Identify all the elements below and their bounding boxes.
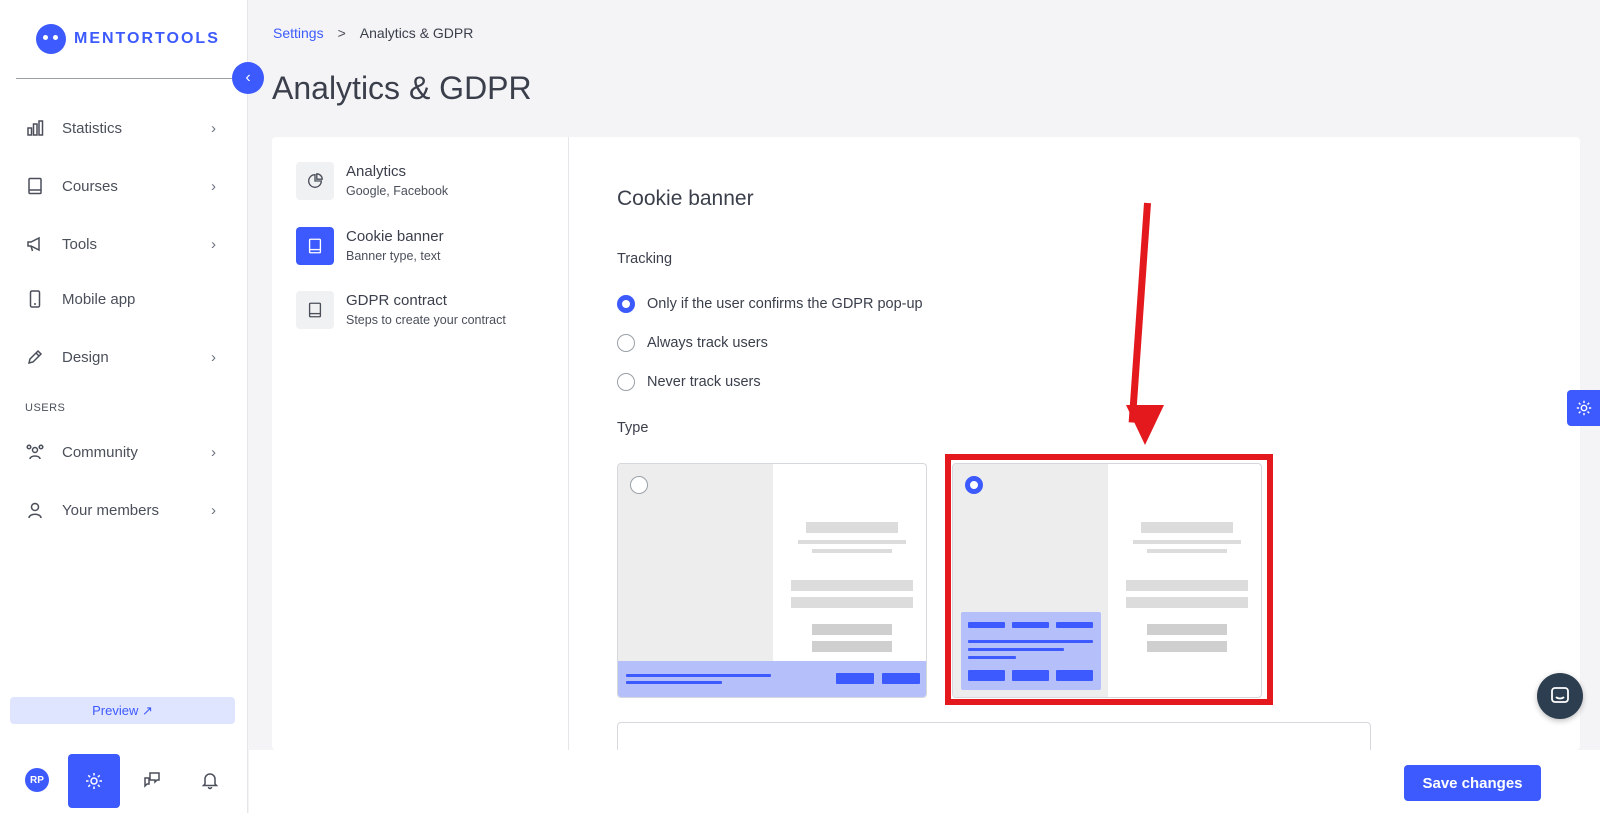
chat-icon <box>1551 687 1569 703</box>
preview-button[interactable]: Preview ↗ <box>10 697 235 724</box>
preview-button <box>836 673 874 684</box>
breadcrumb-current: Analytics & GDPR <box>359 25 474 41</box>
subnav-item-cookie-banner[interactable]: Cookie banner Banner type, text <box>296 227 444 265</box>
chat-bubbles-icon[interactable] <box>138 766 166 794</box>
sidebar-item-label: Mobile app <box>62 290 136 308</box>
gear-icon <box>86 773 102 789</box>
chevron-right-icon: › <box>211 348 216 366</box>
chevron-right-icon: › <box>211 177 216 195</box>
footer-bar <box>249 750 1600 813</box>
chevron-left-icon: ‹ <box>245 69 251 86</box>
bell-icon[interactable] <box>196 766 224 794</box>
community-icon <box>24 441 46 463</box>
page-title: Analytics & GDPR <box>272 70 532 106</box>
sidebar-item-label: Tools <box>62 235 98 253</box>
avatar[interactable]: RP <box>25 768 49 792</box>
preview-placeholder <box>791 597 913 608</box>
brand-logo[interactable]: MENTORTOOLS <box>36 24 220 54</box>
preview-text-line <box>626 674 771 677</box>
banner-type-bottom-bar[interactable] <box>617 463 927 698</box>
sidebar-item-courses[interactable]: Courses › <box>24 168 224 204</box>
annotation-highlight-box <box>945 454 1273 705</box>
preview-text-line <box>626 681 722 684</box>
radio-button[interactable] <box>617 334 635 352</box>
subnav-item-analytics[interactable]: Analytics Google, Facebook <box>296 162 448 200</box>
breadcrumb-separator: > <box>337 25 346 41</box>
chevron-right-icon: › <box>211 235 216 253</box>
subnav-item-gdpr-contract[interactable]: GDPR contract Steps to create your contr… <box>296 291 506 329</box>
breadcrumb: Settings > Analytics & GDPR <box>273 25 473 41</box>
chevron-right-icon: › <box>211 119 216 137</box>
user-icon <box>24 499 46 521</box>
preview-placeholder <box>812 549 892 553</box>
sidebar-divider <box>16 78 232 79</box>
mobile-icon <box>24 288 46 310</box>
annotation-arrow-head <box>1126 405 1164 445</box>
pie-chart-icon <box>296 162 334 200</box>
type-label: Type <box>617 420 649 436</box>
preview-button <box>882 673 920 684</box>
preview-placeholder <box>791 580 913 591</box>
subnav-title: GDPR contract <box>346 292 447 309</box>
preview-placeholder <box>806 522 898 533</box>
chat-widget-button[interactable] <box>1537 673 1583 719</box>
chevron-right-icon: › <box>211 443 216 461</box>
sidebar: MENTORTOOLS Statistics › Courses › Tools… <box>0 0 248 813</box>
tracking-option-never[interactable]: Never track users <box>617 373 761 391</box>
sidebar-item-label: Courses <box>62 177 118 195</box>
banner-preview-bottom <box>618 661 926 697</box>
breadcrumb-settings-link[interactable]: Settings <box>273 25 324 41</box>
collapse-sidebar-button[interactable]: ‹ <box>232 62 264 94</box>
subnav-title: Analytics <box>346 163 407 180</box>
card-divider <box>568 137 569 750</box>
chevron-right-icon: › <box>211 501 216 519</box>
sidebar-item-community[interactable]: Community › <box>24 434 224 470</box>
book-icon <box>24 175 46 197</box>
radio-button[interactable] <box>630 476 648 494</box>
radio-label: Always track users <box>647 335 768 351</box>
sidebar-item-label: Your members <box>62 501 159 519</box>
sidebar-item-statistics[interactable]: Statistics › <box>24 110 224 146</box>
preview-placeholder <box>798 540 906 544</box>
subnav-desc: Steps to create your contract <box>346 313 506 327</box>
preview-placeholder <box>812 624 892 635</box>
tracking-option-confirm[interactable]: Only if the user confirms the GDPR pop-u… <box>617 295 923 313</box>
tracking-label: Tracking <box>617 251 673 267</box>
document-icon <box>296 227 334 265</box>
sidebar-item-design[interactable]: Design › <box>24 339 224 375</box>
section-title: Cookie banner <box>617 187 754 210</box>
logo-icon <box>36 24 66 54</box>
bar-chart-icon <box>24 117 46 139</box>
preview-placeholder <box>812 641 892 652</box>
sidebar-item-mobile-app[interactable]: Mobile app <box>24 281 224 317</box>
floating-settings-button[interactable] <box>1567 390 1600 426</box>
subnav-desc: Google, Facebook <box>346 184 449 198</box>
radio-button[interactable] <box>617 295 635 313</box>
save-button[interactable]: Save changes <box>1404 765 1541 801</box>
radio-label: Only if the user confirms the GDPR pop-u… <box>647 296 923 312</box>
radio-label: Never track users <box>647 374 761 390</box>
settings-button[interactable] <box>68 754 120 808</box>
users-section-label: USERS <box>25 402 66 414</box>
sidebar-item-label: Community <box>62 443 138 461</box>
tracking-option-always[interactable]: Always track users <box>617 334 768 352</box>
sidebar-item-label: Statistics <box>62 119 123 137</box>
brand-name: MENTORTOOLS <box>74 30 220 47</box>
sidebar-item-your-members[interactable]: Your members › <box>24 492 224 528</box>
subnav-title: Cookie banner <box>346 228 444 245</box>
sidebar-item-tools[interactable]: Tools › <box>24 226 224 262</box>
contract-icon <box>296 291 334 329</box>
subnav-desc: Banner type, text <box>346 249 441 263</box>
sidebar-item-label: Design <box>62 348 109 366</box>
pencil-icon <box>24 346 46 368</box>
megaphone-icon <box>24 233 46 255</box>
gear-icon <box>1576 400 1591 416</box>
radio-button[interactable] <box>617 373 635 391</box>
